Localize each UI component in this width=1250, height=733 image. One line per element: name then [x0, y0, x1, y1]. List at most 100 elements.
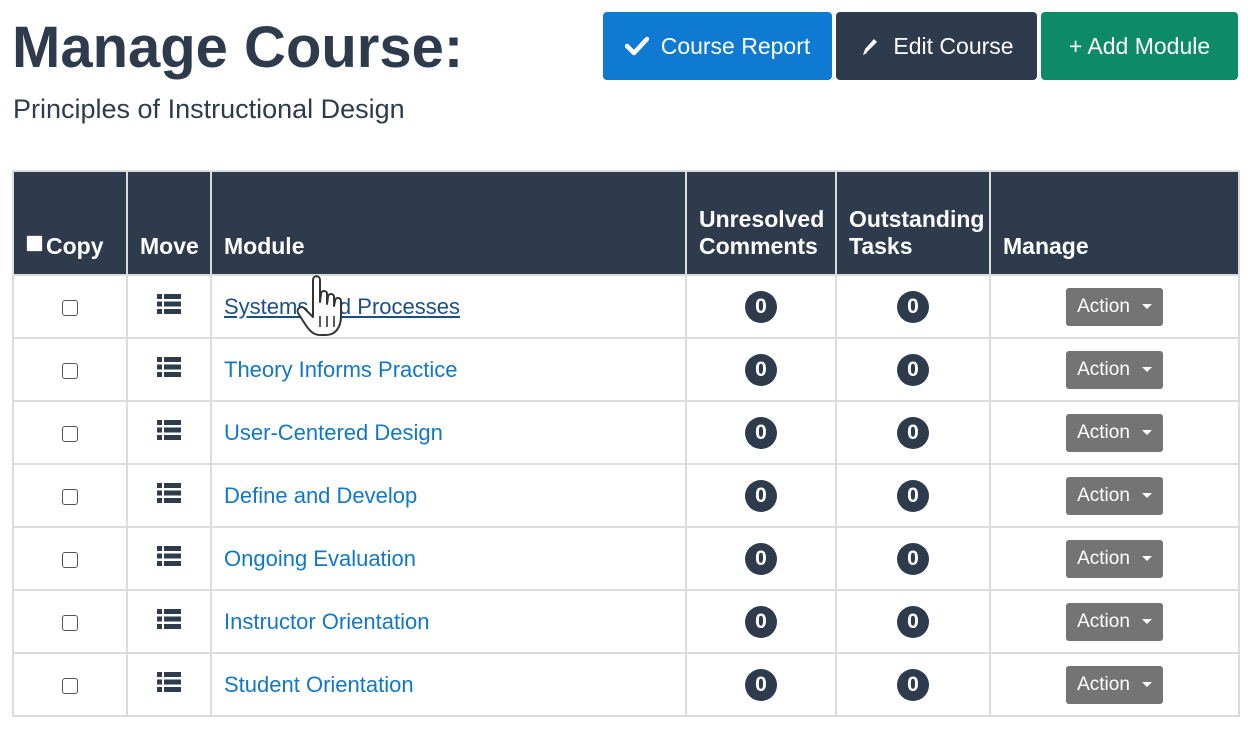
module-link[interactable]: Systems and Processes: [212, 294, 460, 320]
unresolved-comments-cell: 0: [685, 463, 837, 528]
table-header-row: Copy Move Module Unresolved Comments Out…: [12, 170, 1240, 276]
module-cell: Define and Develop: [210, 463, 687, 528]
action-dropdown-button[interactable]: Action: [1066, 539, 1163, 578]
list-icon[interactable]: [157, 294, 181, 320]
unresolved-comments-cell: 0: [685, 274, 837, 339]
list-icon[interactable]: [157, 546, 181, 572]
outstanding-tasks-badge: 0: [897, 416, 929, 449]
manage-cell: Action: [989, 652, 1240, 717]
action-label: Action: [1077, 673, 1130, 695]
action-dropdown-button[interactable]: Action: [1066, 665, 1163, 704]
move-cell: [126, 526, 212, 591]
unresolved-comments-cell: 0: [685, 526, 837, 591]
module-link[interactable]: Instructor Orientation: [212, 609, 429, 635]
module-link[interactable]: User-Centered Design: [212, 420, 443, 446]
action-label: Action: [1077, 610, 1130, 632]
move-cell: [126, 274, 212, 339]
unresolved-comments-badge: 0: [745, 668, 777, 701]
outstanding-tasks-column-header: Outstanding Tasks: [835, 170, 991, 276]
outstanding-tasks-cell: 0: [835, 589, 991, 654]
move-cell: [126, 652, 212, 717]
list-icon[interactable]: [157, 609, 181, 635]
outstanding-tasks-cell: 0: [835, 463, 991, 528]
unresolved-comments-badge: 0: [745, 353, 777, 386]
table-row: Systems and Processes 0 0 Action: [12, 274, 1240, 339]
add-module-button[interactable]: + Add Module: [1041, 12, 1238, 80]
caret-down-icon: [1141, 556, 1152, 561]
caret-down-icon: [1141, 430, 1152, 435]
module-link[interactable]: Ongoing Evaluation: [212, 546, 416, 572]
list-icon[interactable]: [157, 420, 181, 446]
copy-cell: [12, 463, 128, 528]
caret-down-icon: [1141, 367, 1152, 372]
table-row: Theory Informs Practice 0 0 Action: [12, 337, 1240, 402]
module-cell: User-Centered Design: [210, 400, 687, 465]
course-report-label: Course Report: [660, 32, 811, 59]
copy-checkbox[interactable]: [62, 551, 78, 568]
module-link[interactable]: Theory Informs Practice: [212, 357, 458, 383]
unresolved-comments-badge: 0: [745, 542, 777, 575]
copy-cell: [12, 274, 128, 339]
unresolved-comments-cell: 0: [685, 652, 837, 717]
outstanding-tasks-cell: 0: [835, 400, 991, 465]
caret-down-icon: [1141, 682, 1152, 687]
table-row: Instructor Orientation 0 0 Action: [12, 589, 1240, 654]
unresolved-comments-badge: 0: [745, 290, 777, 323]
page-title: Manage Course:: [12, 15, 464, 80]
manage-cell: Action: [989, 337, 1240, 402]
action-label: Action: [1077, 484, 1130, 506]
module-cell: Ongoing Evaluation: [210, 526, 687, 591]
outstanding-tasks-cell: 0: [835, 652, 991, 717]
action-dropdown-button[interactable]: Action: [1066, 287, 1163, 326]
manage-cell: Action: [989, 526, 1240, 591]
unresolved-comments-cell: 0: [685, 400, 837, 465]
unresolved-comments-badge: 0: [745, 479, 777, 512]
pencil-icon: [859, 35, 881, 57]
action-dropdown-button[interactable]: Action: [1066, 602, 1163, 641]
manage-column-header: Manage: [989, 170, 1240, 276]
module-cell: Systems and Processes: [210, 274, 687, 339]
copy-checkbox[interactable]: [62, 677, 78, 694]
copy-checkbox[interactable]: [62, 488, 78, 505]
action-dropdown-button[interactable]: Action: [1066, 476, 1163, 515]
unresolved-comments-badge: 0: [745, 605, 777, 638]
edit-course-button[interactable]: Edit Course: [836, 12, 1037, 80]
course-report-button[interactable]: Course Report: [603, 12, 832, 80]
outstanding-tasks-badge: 0: [897, 353, 929, 386]
action-dropdown-button[interactable]: Action: [1066, 350, 1163, 389]
move-cell: [126, 337, 212, 402]
module-column-header: Module: [210, 170, 687, 276]
list-icon[interactable]: [157, 483, 181, 509]
copy-checkbox[interactable]: [62, 362, 78, 379]
move-column-header: Move: [126, 170, 212, 276]
module-link[interactable]: Student Orientation: [212, 672, 414, 698]
module-link[interactable]: Define and Develop: [212, 483, 417, 509]
table-row: Student Orientation 0 0 Action: [12, 652, 1240, 717]
course-name: Principles of Instructional Design: [13, 94, 405, 124]
select-all-checkbox[interactable]: [26, 235, 43, 252]
manage-cell: Action: [989, 274, 1240, 339]
outstanding-tasks-badge: 0: [897, 668, 929, 701]
action-dropdown-button[interactable]: Action: [1066, 413, 1163, 452]
outstanding-tasks-cell: 0: [835, 526, 991, 591]
copy-checkbox[interactable]: [62, 614, 78, 631]
manage-cell: Action: [989, 589, 1240, 654]
unresolved-comments-cell: 0: [685, 589, 837, 654]
outstanding-tasks-badge: 0: [897, 479, 929, 512]
copy-checkbox[interactable]: [62, 425, 78, 442]
copy-cell: [12, 589, 128, 654]
manage-cell: Action: [989, 463, 1240, 528]
list-icon[interactable]: [157, 672, 181, 698]
manage-cell: Action: [989, 400, 1240, 465]
action-label: Action: [1077, 295, 1130, 317]
outstanding-tasks-badge: 0: [897, 542, 929, 575]
copy-column-header: Copy: [12, 170, 128, 276]
module-cell: Student Orientation: [210, 652, 687, 717]
outstanding-tasks-badge: 0: [897, 290, 929, 323]
copy-checkbox[interactable]: [62, 299, 78, 316]
action-label: Action: [1077, 358, 1130, 380]
edit-course-label: Edit Course: [893, 32, 1014, 59]
action-label: Action: [1077, 547, 1130, 569]
modules-table: Copy Move Module Unresolved Comments Out…: [12, 170, 1240, 717]
list-icon[interactable]: [157, 357, 181, 383]
